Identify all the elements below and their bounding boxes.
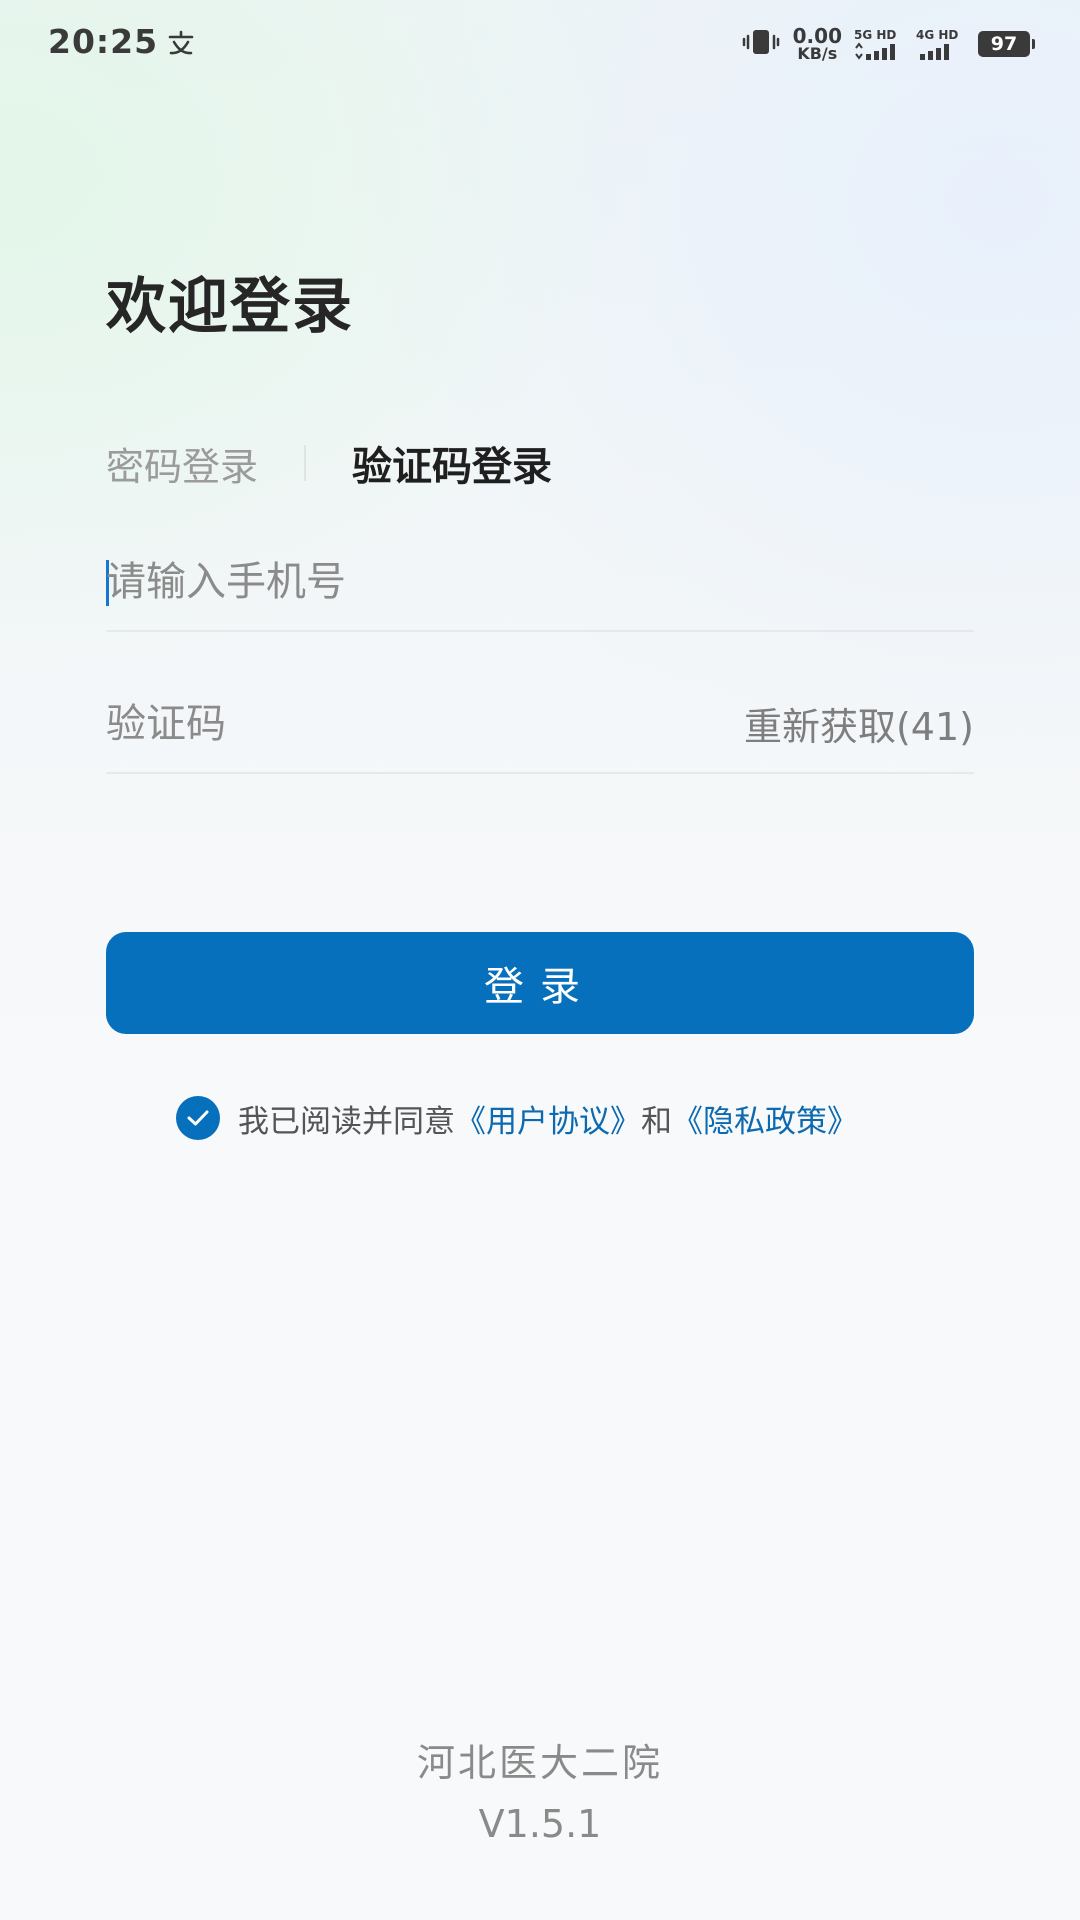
resend-code-button[interactable]: 重新获取(41) xyxy=(744,696,974,751)
phone-field xyxy=(106,540,974,632)
tab-sms-code-login[interactable]: 验证码登录 xyxy=(352,434,552,492)
agreement-checkbox[interactable] xyxy=(176,1096,220,1140)
net-speed: 0.00 KB/s xyxy=(793,26,842,62)
sim1-signal: 5G HD xyxy=(854,28,904,60)
privacy-policy-link[interactable]: 《隐私政策》 xyxy=(672,1096,858,1141)
app-notification-icon xyxy=(166,28,196,58)
tab-password-login[interactable]: 密码登录 xyxy=(106,436,258,491)
code-input[interactable] xyxy=(106,682,706,766)
sim2-label: 4G HD xyxy=(916,28,959,42)
status-indicators: 0.00 KB/s 5G HD 4G HD 97 xyxy=(741,26,1035,62)
login-button[interactable]: 登录 xyxy=(106,932,974,1034)
check-icon xyxy=(187,1110,209,1126)
net-speed-unit: KB/s xyxy=(797,44,838,63)
net-speed-value: 0.00 xyxy=(792,24,842,48)
user-agreement-link[interactable]: 《用户协议》 xyxy=(455,1096,641,1141)
login-mode-tabs: 密码登录 验证码登录 xyxy=(106,435,552,491)
vibrate-icon xyxy=(741,27,781,61)
sim1-label: 5G HD xyxy=(854,28,897,42)
status-bar: 20:25 0.00 KB/s 5G HD 4G HD 97 xyxy=(0,0,1080,90)
page-title: 欢迎登录 xyxy=(106,272,354,342)
tab-divider xyxy=(304,445,307,481)
status-time: 20:25 xyxy=(48,22,159,61)
agreement-connector: 和 xyxy=(641,1103,672,1140)
signal-icon xyxy=(920,44,949,60)
agreement-prefix: 我已阅读并同意 xyxy=(238,1103,455,1140)
sim2-signal: 4G HD xyxy=(916,28,966,60)
agreement-row: 我已阅读并同意 《用户协议》 和 《隐私政策》 xyxy=(176,1094,858,1142)
phone-input[interactable] xyxy=(106,540,974,624)
hospital-name: 河北医大二院 xyxy=(416,1741,663,1785)
battery-level: 97 xyxy=(990,33,1018,55)
code-field: 重新获取(41) xyxy=(106,682,974,774)
battery-icon: 97 xyxy=(978,31,1035,57)
app-version: V1.5.1 xyxy=(478,1802,602,1846)
signal-icon xyxy=(855,42,895,60)
